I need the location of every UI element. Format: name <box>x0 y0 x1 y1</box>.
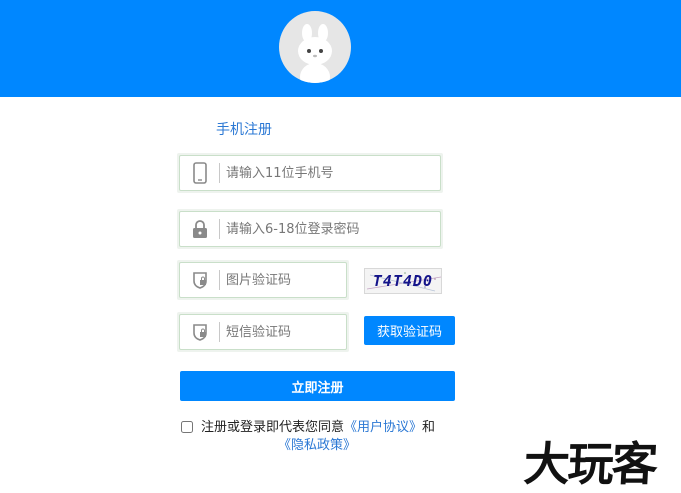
register-button[interactable]: 立即注册 <box>180 371 455 401</box>
phone-icon <box>189 162 211 184</box>
password-field <box>179 211 441 247</box>
agreement-prefix: 注册或登录即代表您同意 <box>201 420 345 435</box>
sms-field-wrapper <box>177 312 349 352</box>
password-field-wrapper <box>177 209 443 249</box>
field-separator <box>219 322 220 342</box>
user-agreement-link[interactable]: 《用户协议》 <box>344 420 422 435</box>
captcha-image[interactable]: T4T4D0 <box>364 268 442 294</box>
shield-icon <box>189 269 211 291</box>
agreement-checkbox[interactable] <box>181 421 193 433</box>
rabbit-mascot-icon <box>298 24 332 83</box>
sms-field <box>179 314 347 350</box>
captcha-input[interactable] <box>226 263 340 297</box>
field-separator <box>219 163 220 183</box>
page-title: 手机注册 <box>216 122 272 138</box>
avatar <box>279 11 351 83</box>
watermark-logo: 大玩客 <box>522 437 658 491</box>
password-input[interactable] <box>226 212 434 246</box>
header-banner <box>0 0 681 97</box>
agreement-line: 注册或登录即代表您同意《用户协议》和 <box>201 418 435 438</box>
field-separator <box>219 219 220 239</box>
agreement-conjunction: 和 <box>422 420 436 435</box>
sms-code-input[interactable] <box>226 315 340 349</box>
lock-icon <box>189 218 211 240</box>
captcha-text: T4T4D0 <box>372 272 434 290</box>
get-code-button[interactable]: 获取验证码 <box>364 316 455 345</box>
captcha-field-wrapper <box>177 260 349 300</box>
phone-field-wrapper <box>177 153 443 193</box>
captcha-field <box>179 262 347 298</box>
phone-input[interactable] <box>226 156 434 190</box>
shield-icon <box>189 321 211 343</box>
field-separator <box>219 270 220 290</box>
phone-field <box>179 155 441 191</box>
privacy-policy-link[interactable]: 《隐私政策》 <box>278 436 356 456</box>
